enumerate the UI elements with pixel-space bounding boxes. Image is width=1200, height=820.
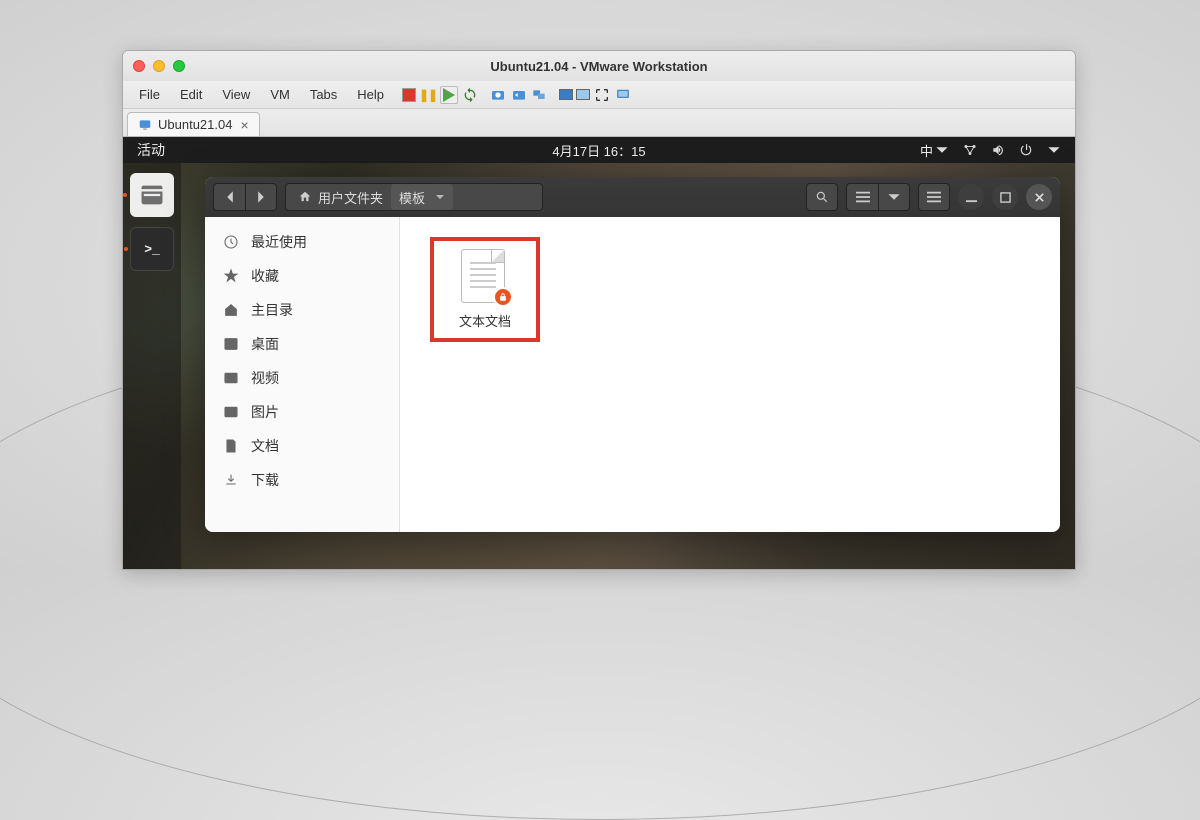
snapshot-take-icon[interactable] bbox=[489, 86, 507, 104]
file-icon bbox=[461, 249, 509, 305]
fullscreen-icon[interactable] bbox=[559, 89, 573, 100]
menu-help[interactable]: Help bbox=[349, 85, 392, 104]
search-button[interactable] bbox=[806, 183, 838, 211]
window-minimize-button[interactable] bbox=[958, 184, 984, 210]
view-toolbar bbox=[559, 86, 632, 104]
view-dropdown-button[interactable] bbox=[878, 183, 910, 211]
sidebar-videos[interactable]: 视频 bbox=[205, 361, 399, 395]
macos-zoom-button[interactable] bbox=[173, 60, 185, 72]
activities-button[interactable]: 活动 bbox=[137, 140, 165, 160]
guest-screen: 活动 4月17日 16：15 中 >_ bbox=[123, 137, 1075, 569]
vm-tab-close[interactable]: × bbox=[240, 117, 248, 133]
vmware-menubar: File Edit View VM Tabs Help ❚❚ bbox=[123, 81, 1075, 109]
chevron-down-icon bbox=[1047, 143, 1061, 157]
dock-terminal[interactable]: >_ bbox=[130, 227, 174, 271]
menu-file[interactable]: File bbox=[131, 85, 168, 104]
pathbar[interactable]: 用户文件夹 模板 bbox=[285, 183, 543, 211]
vmware-tabbar: Ubuntu21.04 × bbox=[123, 109, 1075, 137]
gnome-topbar: 活动 4月17日 16：15 中 bbox=[123, 137, 1075, 163]
unity-icon[interactable] bbox=[576, 89, 590, 100]
ubuntu-dock: >_ bbox=[123, 163, 181, 569]
menu-edit[interactable]: Edit bbox=[172, 85, 210, 104]
sidebar-documents[interactable]: 文档 bbox=[205, 429, 399, 463]
network-icon bbox=[963, 143, 977, 157]
dock-files[interactable] bbox=[130, 173, 174, 217]
macos-minimize-button[interactable] bbox=[153, 60, 165, 72]
macos-close-button[interactable] bbox=[133, 60, 145, 72]
power-off-icon[interactable] bbox=[402, 88, 416, 102]
vmware-titlebar[interactable]: Ubuntu21.04 - VMware Workstation bbox=[123, 51, 1075, 81]
snapshot-revert-icon[interactable] bbox=[510, 86, 528, 104]
snapshot-toolbar bbox=[489, 86, 549, 104]
vm-tab-icon bbox=[138, 118, 152, 132]
window-title: Ubuntu21.04 - VMware Workstation bbox=[123, 59, 1075, 74]
status-area[interactable]: 中 bbox=[920, 141, 1061, 160]
nautilus-headerbar: 用户文件夹 模板 bbox=[205, 177, 1060, 217]
sidebar-recent[interactable]: 最近使用 bbox=[205, 225, 399, 259]
sidebar-desktop[interactable]: 桌面 bbox=[205, 327, 399, 361]
nautilus-window: 用户文件夹 模板 bbox=[205, 177, 1060, 532]
ime-indicator[interactable]: 中 bbox=[920, 141, 949, 160]
path-current-segment[interactable]: 模板 bbox=[391, 184, 453, 210]
power-toolbar: ❚❚ bbox=[402, 86, 479, 104]
menu-vm[interactable]: VM bbox=[262, 85, 298, 104]
window-maximize-button[interactable] bbox=[992, 184, 1018, 210]
file-item[interactable]: 文本文档 bbox=[430, 237, 540, 342]
path-home-segment[interactable]: 用户文件夹 bbox=[290, 184, 391, 210]
volume-icon bbox=[991, 143, 1005, 157]
sidebar-starred[interactable]: 收藏 bbox=[205, 259, 399, 293]
menu-view[interactable]: View bbox=[214, 85, 258, 104]
stretch-icon[interactable] bbox=[593, 86, 611, 104]
sidebar-pictures[interactable]: 图片 bbox=[205, 395, 399, 429]
terminal-prompt-icon: >_ bbox=[144, 242, 160, 257]
nautilus-content[interactable]: 文本文档 bbox=[400, 217, 1060, 532]
power-on-icon[interactable] bbox=[440, 86, 458, 104]
sidebar-downloads[interactable]: 下载 bbox=[205, 463, 399, 497]
nav-forward-button[interactable] bbox=[245, 183, 277, 211]
lock-badge-icon bbox=[493, 287, 513, 307]
window-close-button[interactable] bbox=[1026, 184, 1052, 210]
vm-tab-label: Ubuntu21.04 bbox=[158, 117, 232, 132]
vmware-window: Ubuntu21.04 - VMware Workstation File Ed… bbox=[122, 50, 1076, 570]
restart-icon[interactable] bbox=[461, 86, 479, 104]
snapshot-manager-icon[interactable] bbox=[531, 86, 549, 104]
file-label: 文本文档 bbox=[459, 311, 511, 330]
nautilus-sidebar: 最近使用 收藏 主目录 桌面 视频 图片 文档 下载 bbox=[205, 217, 400, 532]
sidebar-home[interactable]: 主目录 bbox=[205, 293, 399, 327]
hamburger-menu-button[interactable] bbox=[918, 183, 950, 211]
view-list-button[interactable] bbox=[846, 183, 878, 211]
nav-back-button[interactable] bbox=[213, 183, 245, 211]
vm-tab[interactable]: Ubuntu21.04 × bbox=[127, 112, 260, 136]
console-view-icon[interactable] bbox=[614, 86, 632, 104]
power-icon bbox=[1019, 143, 1033, 157]
menu-tabs[interactable]: Tabs bbox=[302, 85, 345, 104]
suspend-icon[interactable]: ❚❚ bbox=[419, 86, 437, 104]
